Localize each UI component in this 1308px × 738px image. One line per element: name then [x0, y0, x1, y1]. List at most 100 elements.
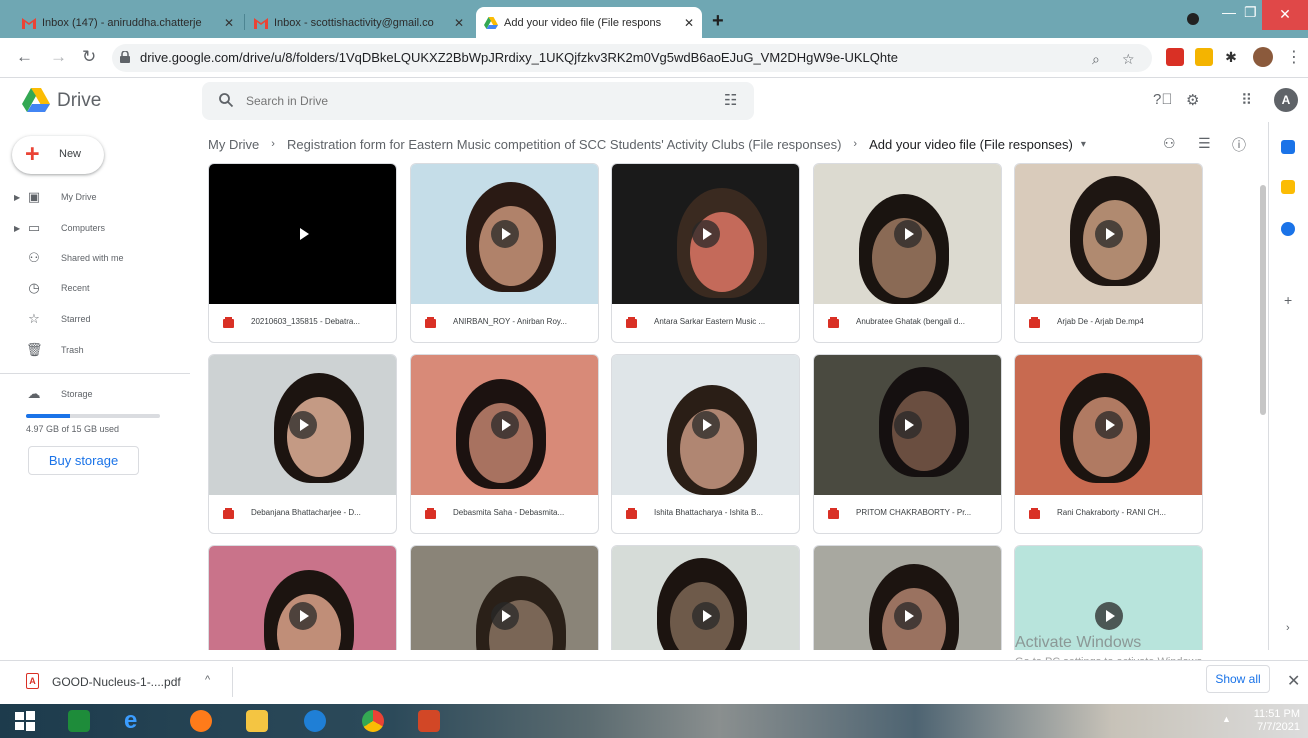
puzzle-extensions-icon[interactable]: ✱: [1222, 48, 1240, 66]
file-caption[interactable]: Arjab De - Arjab De.mp4: [1015, 304, 1202, 342]
file-caption[interactable]: Rani Chakraborty - RANI CH...: [1015, 495, 1202, 533]
video-thumbnail[interactable]: [411, 164, 598, 304]
expand-caret-icon[interactable]: ▶: [14, 193, 20, 202]
list-view-icon[interactable]: ☰: [1198, 135, 1211, 152]
file-card[interactable]: Debasmita Saha - Debasmita...: [410, 354, 599, 534]
tray-chevron-icon[interactable]: ▲: [1222, 714, 1231, 724]
play-icon[interactable]: [893, 411, 922, 439]
taskbar-clock[interactable]: 11:51 PM 7/7/2021: [1244, 708, 1300, 734]
video-thumbnail[interactable]: [612, 355, 799, 495]
chevron-up-icon[interactable]: ^: [205, 674, 210, 686]
address-bar[interactable]: drive.google.com/drive/u/8/folders/1VqDB…: [112, 44, 1152, 72]
video-thumbnail[interactable]: [209, 164, 396, 304]
video-thumbnail[interactable]: [1015, 164, 1202, 304]
expand-caret-icon[interactable]: ▶: [14, 224, 20, 233]
search-input[interactable]: [246, 91, 686, 111]
close-tab-icon[interactable]: ✕: [454, 16, 464, 30]
tab-gmail-2[interactable]: Inbox - scottishactivity@gmail.co ✕: [246, 7, 472, 38]
internet-explorer-icon[interactable]: e: [124, 709, 146, 733]
grid-scrollbar[interactable]: [1260, 185, 1266, 415]
video-thumbnail[interactable]: [209, 546, 396, 650]
account-avatar[interactable]: A: [1274, 88, 1298, 112]
video-thumbnail[interactable]: [1015, 355, 1202, 495]
breadcrumb-parent[interactable]: Registration form for Eastern Music comp…: [287, 137, 841, 152]
file-card[interactable]: Arjab De - Arjab De.mp4: [1014, 163, 1203, 343]
file-caption[interactable]: Debanjana Bhattacharjee - D...: [209, 495, 396, 533]
file-card[interactable]: ANIRBAN_ROY - Anirban Roy...: [410, 163, 599, 343]
play-icon[interactable]: [1094, 220, 1123, 248]
tab-gmail-1[interactable]: Inbox (147) - aniruddha.chatterje ✕: [14, 7, 242, 38]
buy-storage-button[interactable]: Buy storage: [28, 446, 139, 475]
file-card[interactable]: 20210603_135815 - Debatra...: [208, 163, 397, 343]
file-card[interactable]: Debanjana Bhattacharjee - D...: [208, 354, 397, 534]
tab-drive-active[interactable]: Add your video file (File respons ✕: [476, 7, 702, 38]
file-caption[interactable]: Antara Sarkar Eastern Music ...: [612, 304, 799, 342]
firefox-icon[interactable]: [190, 710, 212, 732]
file-explorer-icon[interactable]: [246, 710, 268, 732]
zoom-icon[interactable]: ⌕: [1092, 51, 1100, 68]
play-icon[interactable]: [893, 602, 922, 630]
sidebar-item-recent[interactable]: ◷ Recent: [0, 273, 190, 303]
sidebar-item-my-drive[interactable]: ▶ ▣ My Drive: [0, 182, 190, 212]
close-tab-icon[interactable]: ✕: [684, 16, 694, 30]
play-icon[interactable]: [691, 220, 720, 248]
add-addon-icon[interactable]: +: [1284, 292, 1292, 308]
file-card[interactable]: [208, 545, 397, 650]
file-caption[interactable]: Debasmita Saha - Debasmita...: [411, 495, 598, 533]
app-name[interactable]: Drive: [57, 90, 101, 112]
download-file-name[interactable]: GOOD-Nucleus-1-....pdf: [52, 675, 181, 689]
search-bar[interactable]: ☷: [202, 82, 754, 120]
breadcrumb-current[interactable]: Add your video file (File responses): [869, 137, 1073, 152]
show-all-button[interactable]: Show all: [1206, 665, 1270, 693]
video-thumbnail[interactable]: [209, 355, 396, 495]
search-icon[interactable]: [218, 92, 234, 108]
window-close-button[interactable]: ✕: [1262, 0, 1308, 30]
drive-logo-icon[interactable]: [22, 88, 50, 112]
chevron-down-icon[interactable]: ▾: [1081, 139, 1086, 150]
file-card[interactable]: Ishita Bhattacharya - Ishita B...: [611, 354, 800, 534]
help-icon[interactable]: ?⃝: [1153, 91, 1173, 108]
bookmark-star-icon[interactable]: ☆: [1122, 51, 1135, 68]
file-card[interactable]: Rani Chakraborty - RANI CH...: [1014, 354, 1203, 534]
play-icon[interactable]: [288, 602, 317, 630]
apps-grid-icon[interactable]: ⠿: [1241, 91, 1252, 109]
back-icon[interactable]: ←: [16, 47, 33, 67]
tasks-icon[interactable]: [1281, 222, 1295, 236]
play-icon[interactable]: [691, 411, 720, 439]
breadcrumb-root[interactable]: My Drive: [208, 137, 259, 152]
file-card[interactable]: [410, 545, 599, 650]
file-caption[interactable]: Anubratee Ghatak (bengali d...: [814, 304, 1001, 342]
file-card[interactable]: PRITOM CHAKRABORTY - Pr...: [813, 354, 1002, 534]
store-icon[interactable]: [68, 710, 90, 732]
sidebar-item-trash[interactable]: 🗑 Trash: [0, 335, 190, 365]
keep-icon[interactable]: [1281, 180, 1295, 194]
new-button[interactable]: + New: [12, 136, 104, 174]
sidebar-item-starred[interactable]: ☆ Starred: [0, 304, 190, 334]
play-icon[interactable]: [288, 411, 317, 439]
new-tab-button[interactable]: +: [712, 10, 724, 33]
play-icon[interactable]: [1094, 602, 1123, 630]
play-icon[interactable]: [289, 220, 317, 248]
file-caption[interactable]: 20210603_135815 - Debatra...: [209, 304, 396, 342]
sidebar-item-shared[interactable]: ⚇ Shared with me: [0, 243, 190, 273]
file-card[interactable]: [813, 545, 1002, 650]
windows-start-icon[interactable]: [14, 710, 36, 732]
video-thumbnail[interactable]: [612, 164, 799, 304]
file-caption[interactable]: PRITOM CHAKRABORTY - Pr...: [814, 495, 1001, 533]
file-card[interactable]: [611, 545, 800, 650]
pdf-extension-icon[interactable]: [1166, 48, 1184, 66]
file-card[interactable]: Anubratee Ghatak (bengali d...: [813, 163, 1002, 343]
video-thumbnail[interactable]: [814, 355, 1001, 495]
reload-icon[interactable]: ↻: [82, 47, 96, 67]
calendar-icon[interactable]: [1281, 140, 1295, 154]
restore-icon[interactable]: ❐: [1244, 4, 1257, 21]
play-icon[interactable]: [490, 220, 519, 248]
close-tab-icon[interactable]: ✕: [224, 16, 234, 30]
video-thumbnail[interactable]: [814, 546, 1001, 650]
close-icon[interactable]: ✕: [1287, 671, 1300, 691]
sidebar-item-storage[interactable]: ☁ Storage: [0, 379, 190, 409]
minimize-icon[interactable]: —: [1222, 4, 1236, 20]
extension-icon[interactable]: [1195, 48, 1213, 66]
file-caption[interactable]: Ishita Bhattacharya - Ishita B...: [612, 495, 799, 533]
settings-gear-icon[interactable]: ⚙: [1186, 91, 1199, 109]
